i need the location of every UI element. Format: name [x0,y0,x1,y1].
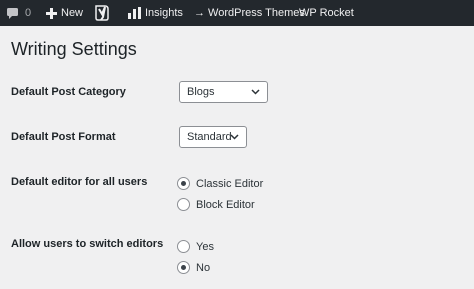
chevron-down-icon [250,86,261,97]
allow-switch-yes-radio[interactable] [177,240,190,253]
wp-rocket-menu[interactable]: WP Rocket [299,0,354,26]
default-post-format-label: Default Post Format [11,131,116,143]
allow-switch-no-option[interactable]: No [177,261,210,274]
allow-switch-yes-option[interactable]: Yes [177,240,214,253]
wordpress-themes-label: → WordPress Themes [194,7,305,19]
default-post-category-select[interactable]: Blogs [179,81,268,103]
allow-switch-yes-label: Yes [196,240,214,253]
default-post-format-select[interactable]: Standard [179,126,247,148]
block-editor-option[interactable]: Block Editor [177,198,255,211]
block-editor-label: Block Editor [196,198,255,211]
comments-menu[interactable]: 0 [6,0,31,26]
comment-count: 0 [25,7,32,19]
default-post-format-value: Standard [187,131,232,143]
default-post-category-label: Default Post Category [11,86,126,98]
allow-switch-no-radio[interactable] [177,261,190,274]
wordpress-themes-link[interactable]: → WordPress Themes [194,0,305,26]
admin-bar: 0 New Insights → WordPress Themes WP Roc… [0,0,474,26]
chevron-down-icon [229,131,240,142]
yoast-menu[interactable] [95,0,109,26]
wp-rocket-label: WP Rocket [299,7,354,19]
plus-icon [46,7,57,19]
allow-switch-no-label: No [196,261,211,274]
page-title: Writing Settings [11,39,137,59]
yoast-icon [95,5,109,21]
default-post-category-value: Blogs [187,86,215,98]
classic-editor-radio[interactable] [177,177,190,190]
bar-chart-icon [128,7,141,19]
default-editor-label: Default editor for all users [11,176,148,188]
insights-menu[interactable]: Insights [128,0,183,26]
block-editor-radio[interactable] [177,198,190,211]
new-label: New [61,7,84,19]
classic-editor-option[interactable]: Classic Editor [177,177,263,190]
classic-editor-label: Classic Editor [196,177,264,190]
allow-switch-editors-label: Allow users to switch editors [11,238,164,250]
new-content-menu[interactable]: New [46,0,83,26]
insights-label: Insights [145,7,183,19]
comment-icon [6,7,19,20]
